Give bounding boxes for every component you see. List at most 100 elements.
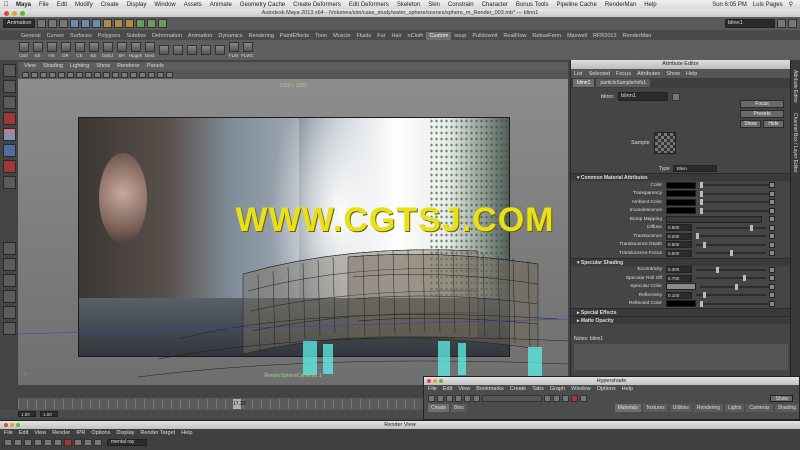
snap-curve-icon[interactable] xyxy=(114,19,124,28)
menu-modify[interactable]: Modify xyxy=(71,2,97,8)
viewport-menu-renderer[interactable]: Renderer xyxy=(117,63,140,69)
show-button[interactable]: Show xyxy=(770,394,793,402)
presets-button[interactable]: Presets xyxy=(740,110,784,118)
graph-input-icon[interactable] xyxy=(437,394,444,402)
safe-action-icon[interactable] xyxy=(103,71,110,78)
shelf-tab-deformation[interactable]: Deformation xyxy=(149,32,185,40)
rv-menu-options[interactable]: Options xyxy=(91,430,110,436)
shelf-button-dext[interactable]: Dext xyxy=(144,42,155,58)
sort-type-icon[interactable] xyxy=(553,394,560,402)
textured-icon[interactable] xyxy=(130,71,137,78)
hs-menu-window[interactable]: Window xyxy=(571,386,591,392)
translucence-slider[interactable] xyxy=(696,233,766,240)
translucence-depth-slider[interactable] xyxy=(696,241,766,248)
bump-mapping-field[interactable] xyxy=(666,215,762,223)
shelf-button-bishd[interactable]: bishd xyxy=(102,42,113,58)
snap-grid-icon[interactable] xyxy=(103,19,113,28)
render-region-icon[interactable] xyxy=(34,438,42,446)
clear-graph-icon[interactable] xyxy=(464,394,471,402)
ae-menu-help[interactable]: Help xyxy=(686,71,697,77)
last-tool-icon[interactable] xyxy=(2,176,16,189)
map-button[interactable] xyxy=(769,224,775,231)
shelf-button-sh[interactable]: SH xyxy=(116,42,127,58)
map-button[interactable] xyxy=(769,216,775,222)
layout-four-icon[interactable] xyxy=(2,258,16,271)
map-button[interactable] xyxy=(769,233,775,239)
paint-select-icon[interactable] xyxy=(2,96,16,109)
hs-tab-utilities[interactable]: Utilities xyxy=(669,404,692,412)
select-object-icon[interactable] xyxy=(81,19,91,28)
sort-time-icon[interactable] xyxy=(562,394,569,402)
transparency-swatch[interactable] xyxy=(666,190,696,198)
ae-menu-focus[interactable]: Focus xyxy=(616,71,631,77)
new-scene-icon[interactable] xyxy=(37,19,47,28)
specular-roll-off-field[interactable]: 0.700 xyxy=(666,274,692,282)
channel-box-toggle-icon[interactable] xyxy=(788,19,797,28)
apple-icon[interactable]:  xyxy=(0,1,12,8)
rearrange-graph-icon[interactable] xyxy=(473,394,480,402)
name-field[interactable]: blinn1 xyxy=(725,19,775,28)
hs-tab-shading[interactable]: Shading xyxy=(774,404,799,412)
remove-image-icon[interactable] xyxy=(94,438,102,446)
ipr-render-icon[interactable] xyxy=(147,19,157,28)
gate-mask-icon[interactable] xyxy=(85,71,92,78)
graph-both-icon[interactable] xyxy=(455,394,462,402)
ae-menu-attributes[interactable]: Attributes xyxy=(637,71,660,77)
hypershade-search-field[interactable] xyxy=(482,394,542,402)
incandescence-slider[interactable] xyxy=(700,207,770,214)
lasso-tool-icon[interactable] xyxy=(2,80,16,93)
close-icon[interactable] xyxy=(4,10,9,16)
shelf-button-blank-4[interactable] xyxy=(200,44,211,56)
map-button[interactable] xyxy=(769,207,775,214)
hs-menu-help[interactable]: Help xyxy=(622,386,633,392)
menu-bonus-tools[interactable]: Bonus Tools xyxy=(512,2,553,8)
real-size-icon[interactable] xyxy=(74,438,82,446)
render-settings-icon[interactable] xyxy=(158,19,168,28)
rv-menu-file[interactable]: File xyxy=(4,430,13,436)
section-common-material[interactable]: ▾ Common Material Attributes xyxy=(571,173,791,181)
hs-tab-materials[interactable]: Materials xyxy=(614,404,641,412)
ae-menu-show[interactable]: Show xyxy=(666,71,680,77)
shelf-tab-dynamics[interactable]: Dynamics xyxy=(215,32,245,40)
shelf-tab-soup[interactable]: soup xyxy=(451,32,469,40)
manipulator-icon[interactable] xyxy=(2,160,16,173)
diffuse-field[interactable]: 0.800 xyxy=(666,224,692,232)
end-time-field[interactable]: 1.00 xyxy=(40,411,58,417)
shelf-button-blank-3[interactable] xyxy=(186,44,197,56)
shelf-button-ss[interactable]: SS xyxy=(32,42,43,58)
hs-menu-options[interactable]: Options xyxy=(597,386,616,392)
rv-menu-help[interactable]: Help xyxy=(181,430,192,436)
menu-edit[interactable]: Edit xyxy=(53,2,71,8)
ambient-color-slider[interactable] xyxy=(700,199,770,206)
map-button[interactable] xyxy=(769,266,775,273)
close-icon[interactable] xyxy=(4,422,8,427)
current-frame[interactable]: 17.20 xyxy=(233,399,246,409)
move-tool-icon[interactable] xyxy=(2,112,16,125)
menu-animate[interactable]: Animate xyxy=(206,2,236,8)
shelf-tab-toon[interactable]: Toon xyxy=(312,32,330,40)
camera-select-icon[interactable] xyxy=(22,71,29,78)
camera-attributes-icon[interactable] xyxy=(31,71,38,78)
type-dropdown[interactable]: Blinn xyxy=(672,165,717,172)
hs-menu-edit[interactable]: Edit xyxy=(443,386,452,392)
reflected-color-swatch[interactable] xyxy=(666,300,696,308)
snapshot-icon[interactable] xyxy=(44,438,52,446)
section-specular-shading[interactable]: ▾ Specular Shading xyxy=(571,257,791,266)
menu-display[interactable]: Display xyxy=(123,2,151,8)
incandescence-swatch[interactable] xyxy=(666,207,696,215)
hs-menu-bookmarks[interactable]: Bookmarks xyxy=(476,386,504,392)
diffuse-slider[interactable] xyxy=(696,224,766,231)
shelf-tab-subdivs[interactable]: Subdivs xyxy=(123,32,149,40)
select-hierarchy-icon[interactable] xyxy=(70,19,80,28)
hs-menu-create[interactable]: Create xyxy=(510,386,527,392)
map-button[interactable] xyxy=(769,241,775,248)
viewport-menu-show[interactable]: Show xyxy=(96,63,110,69)
shelf-tab-curves[interactable]: Curves xyxy=(44,32,67,40)
translucence-field[interactable]: 0.000 xyxy=(666,232,692,240)
shelf-tab-rebusfarm[interactable]: RebusFarm xyxy=(529,32,564,40)
shelf-button-hpgph[interactable]: Hpgph xyxy=(129,42,142,58)
layout-two-icon[interactable] xyxy=(2,274,16,287)
minimize-icon[interactable] xyxy=(433,378,437,383)
map-button[interactable] xyxy=(769,250,775,256)
layout-hypershade-icon[interactable] xyxy=(2,322,16,335)
